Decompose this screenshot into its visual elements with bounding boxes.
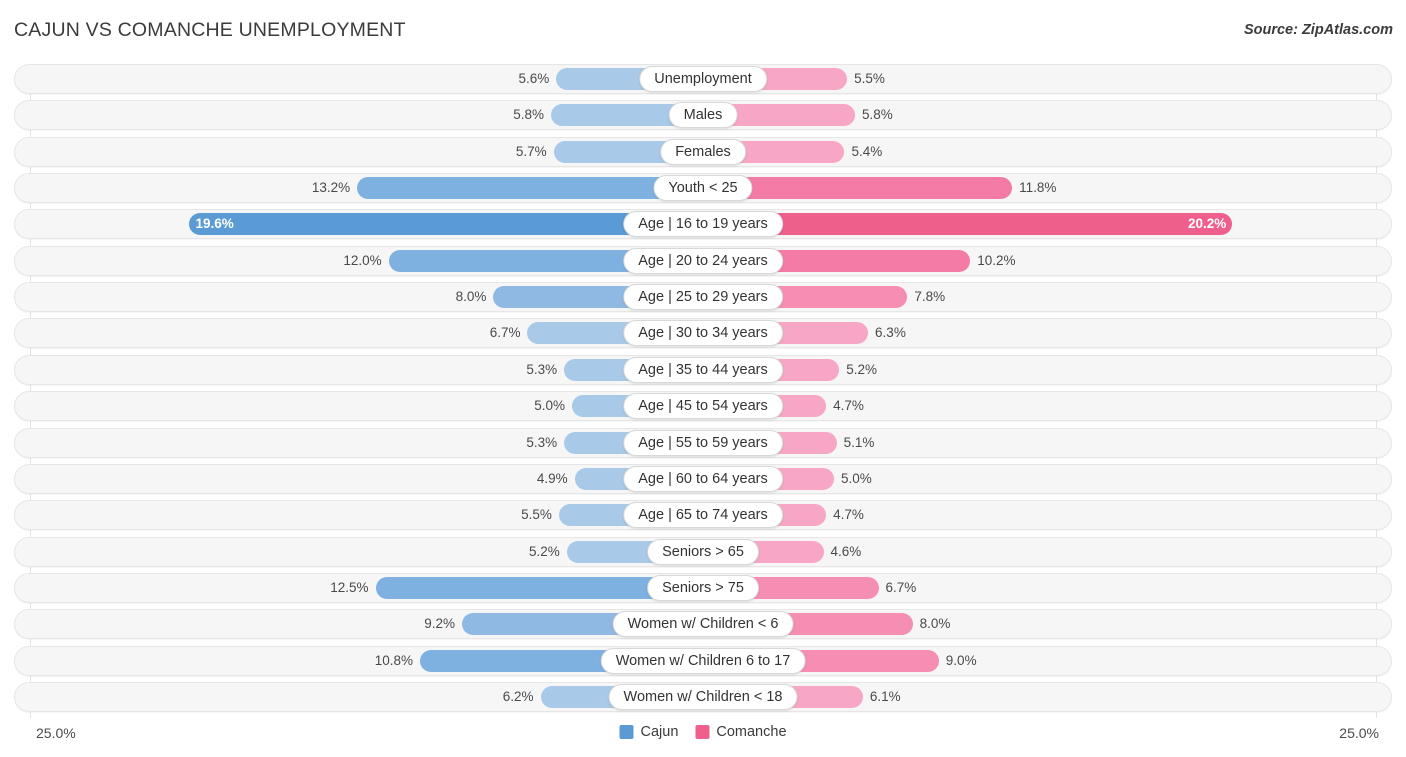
value-label-cajun: 5.8% xyxy=(513,107,545,123)
table-row[interactable]: 6.2% 6.1% Women w/ Children < 18 xyxy=(14,681,1392,712)
value-label-cajun: 6.2% xyxy=(502,688,534,704)
category-label-pill[interactable]: Age | 35 to 44 years xyxy=(623,356,783,383)
category-label-pill[interactable]: Women w/ Children 6 to 17 xyxy=(600,647,806,674)
value-label-cajun: 8.0% xyxy=(455,289,487,305)
table-row[interactable]: 5.0% 4.7% Age | 45 to 54 years xyxy=(14,391,1392,422)
legend-item-comanche[interactable]: Comanche xyxy=(695,724,787,740)
category-label-pill[interactable]: Women w/ Children < 18 xyxy=(608,683,798,710)
value-label-comanche: 5.0% xyxy=(841,470,872,486)
value-label-cajun: 5.5% xyxy=(521,507,552,523)
value-label-comanche: 20.2% xyxy=(1187,216,1227,232)
value-label-comanche: 5.8% xyxy=(861,107,893,123)
chart-header: CAJUN VS COMANCHE UNEMPLOYMENT Source: Z… xyxy=(0,0,1406,58)
value-label-comanche: 6.1% xyxy=(869,688,901,704)
table-row[interactable]: 5.7% 5.4% Females xyxy=(14,136,1392,167)
category-label-pill[interactable]: Age | 60 to 64 years xyxy=(623,465,783,492)
table-row[interactable]: 5.6% 5.5% Unemployment xyxy=(14,64,1392,94)
source-label: Source: ZipAtlas.com xyxy=(1243,22,1393,38)
category-label-pill[interactable]: Age | 45 to 54 years xyxy=(623,393,783,420)
table-row[interactable]: 12.5% 6.7% Seniors > 75 xyxy=(14,572,1392,603)
value-label-comanche: 5.4% xyxy=(851,143,883,159)
value-label-comanche: 4.7% xyxy=(833,398,864,414)
value-label-comanche: 5.1% xyxy=(843,434,875,450)
category-label-pill[interactable]: Women w/ Children < 6 xyxy=(612,611,794,638)
category-label-pill[interactable]: Males xyxy=(668,102,738,129)
category-label-pill[interactable]: Females xyxy=(660,138,746,165)
table-row[interactable]: 13.2% 11.8% Youth < 25 xyxy=(14,173,1392,204)
legend-swatch-icon xyxy=(695,725,710,739)
legend-swatch-icon xyxy=(619,725,634,739)
axis-label-left: 25.0% xyxy=(36,725,76,741)
value-label-comanche: 5.5% xyxy=(854,71,885,86)
value-label-comanche: 7.8% xyxy=(914,289,946,305)
legend-item-cajun[interactable]: Cajun xyxy=(619,724,678,740)
value-label-cajun: 5.3% xyxy=(526,434,558,450)
table-row[interactable]: 5.2% 4.6% Seniors > 65 xyxy=(14,536,1392,567)
value-label-comanche: 4.6% xyxy=(830,543,862,559)
legend-label: Comanche xyxy=(716,724,787,740)
category-label-pill[interactable]: Age | 65 to 74 years xyxy=(623,502,783,529)
table-row[interactable]: 10.8% 9.0% Women w/ Children 6 to 17 xyxy=(14,645,1392,676)
category-label-pill[interactable]: Age | 20 to 24 years xyxy=(623,247,783,274)
value-label-comanche: 6.3% xyxy=(875,325,906,341)
value-label-cajun: 12.5% xyxy=(330,579,369,595)
chart-footer: 25.0% Cajun Comanche 25.0% xyxy=(0,718,1406,757)
category-label-pill[interactable]: Seniors > 75 xyxy=(647,574,759,601)
category-label-pill[interactable]: Unemployment xyxy=(639,66,767,92)
value-label-cajun: 5.6% xyxy=(518,71,550,86)
bar-cajun[interactable] xyxy=(357,177,703,200)
table-row[interactable]: 5.8% 5.8% Males xyxy=(14,100,1392,131)
value-label-comanche: 4.7% xyxy=(833,507,864,523)
value-label-cajun: 19.6% xyxy=(195,216,234,232)
value-label-comanche: 6.7% xyxy=(885,579,917,595)
table-row[interactable]: 5.5% 4.7% Age | 65 to 74 years xyxy=(14,500,1392,531)
category-label-pill[interactable]: Age | 25 to 29 years xyxy=(623,284,783,311)
table-row[interactable]: 9.2% 8.0% Women w/ Children < 6 xyxy=(14,609,1392,640)
chart-plot-area: 5.6% 5.5% Unemployment 5.8% 5.8% Males 5.7% 5.4… xyxy=(0,58,1406,718)
table-row[interactable]: 6.7% 6.3% Age | 30 to 34 years xyxy=(14,318,1392,349)
value-label-comanche: 10.2% xyxy=(977,252,1016,268)
category-label-pill[interactable]: Youth < 25 xyxy=(653,175,753,202)
value-label-cajun: 12.0% xyxy=(343,252,382,268)
category-label-pill[interactable]: Seniors > 65 xyxy=(647,538,759,565)
table-row[interactable]: 12.0% 10.2% Age | 20 to 24 years xyxy=(14,245,1392,276)
value-label-cajun: 10.8% xyxy=(374,652,414,668)
value-label-comanche: 5.2% xyxy=(846,361,878,377)
value-label-cajun: 5.0% xyxy=(534,398,565,414)
value-label-cajun: 5.3% xyxy=(526,361,558,377)
value-label-cajun: 9.2% xyxy=(424,616,455,632)
chart-legend: Cajun Comanche xyxy=(619,724,787,740)
value-label-cajun: 13.2% xyxy=(311,180,351,196)
category-label-pill[interactable]: Age | 16 to 19 years xyxy=(623,211,783,238)
value-label-cajun: 5.7% xyxy=(515,143,547,159)
category-label-pill[interactable]: Age | 30 to 34 years xyxy=(623,320,783,347)
axis-label-right: 25.0% xyxy=(1339,725,1379,741)
page-title: CAJUN VS COMANCHE UNEMPLOYMENT xyxy=(14,19,406,41)
value-label-comanche: 11.8% xyxy=(1019,180,1057,196)
table-row[interactable]: 4.9% 5.0% Age | 60 to 64 years xyxy=(14,463,1392,494)
table-row[interactable]: 19.6% 20.2% Age | 16 to 19 years xyxy=(14,209,1392,240)
table-row[interactable]: 5.3% 5.1% Age | 55 to 59 years xyxy=(14,427,1392,458)
value-label-cajun: 6.7% xyxy=(489,325,521,341)
value-label-cajun: 4.9% xyxy=(536,470,568,486)
category-label-pill[interactable]: Age | 55 to 59 years xyxy=(623,429,783,456)
value-label-comanche: 9.0% xyxy=(945,652,977,668)
legend-label: Cajun xyxy=(640,724,679,740)
value-label-comanche: 8.0% xyxy=(919,616,951,632)
table-row[interactable]: 8.0% 7.8% Age | 25 to 29 years xyxy=(14,282,1392,313)
table-row[interactable]: 5.3% 5.2% Age | 35 to 44 years xyxy=(14,354,1392,385)
value-label-cajun: 5.2% xyxy=(528,543,560,559)
